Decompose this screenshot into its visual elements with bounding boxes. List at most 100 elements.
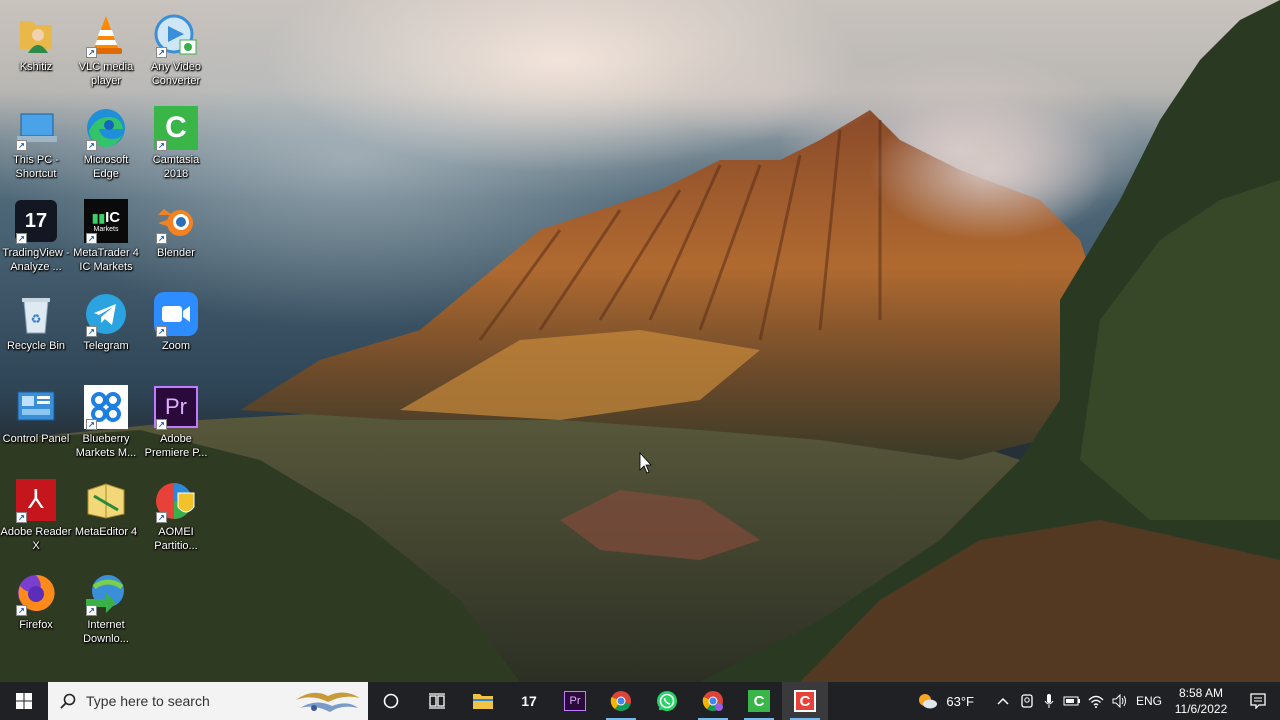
desktop-icon-blueberry[interactable]: ↗ Blueberry Markets M... <box>70 378 142 466</box>
clock-date: 11/6/2022 <box>1174 702 1228 716</box>
tradingview-icon: 17 ↗ <box>13 198 59 244</box>
icon-label: Kshitiz <box>19 61 53 73</box>
task-view-cortana-button[interactable] <box>368 682 414 720</box>
icon-label: Blueberry Markets M... <box>75 433 137 459</box>
desktop-icon-any-video-converter[interactable]: ↗ Any Video Converter <box>140 6 212 94</box>
desktop-icon-adobe-reader[interactable]: ⅄ ↗ Adobe Reader X <box>0 471 72 559</box>
desktop-icon-this-pc[interactable]: ↗ This PC - Shortcut <box>0 99 72 187</box>
microphone-icon <box>1044 694 1054 708</box>
taskbar-chrome[interactable] <box>598 682 644 720</box>
search-placeholder: Type here to search <box>86 693 210 709</box>
tray-language[interactable]: ENG <box>1132 682 1166 720</box>
taskbar-premiere[interactable]: Pr <box>552 682 598 720</box>
search-highlight-illustration-icon <box>296 692 360 712</box>
recycle-bin-icon: ♻ <box>13 291 59 337</box>
language-indicator: ENG <box>1135 694 1162 708</box>
icon-label: Telegram <box>83 340 129 352</box>
blender-icon: ↗ <box>153 198 199 244</box>
desktop-icon-edge[interactable]: ↗ Microsoft Edge <box>70 99 142 187</box>
task-view-button[interactable] <box>414 682 460 720</box>
task-view-icon <box>429 693 445 709</box>
blueberry-icon: ↗ <box>83 384 129 430</box>
desktop-icon-firefox[interactable]: ↗ Firefox <box>0 564 72 652</box>
zoom-icon: ↗ <box>153 291 199 337</box>
system-tray: 63°F ENG 8:58 AM 11/6/2022 <box>910 682 1280 720</box>
icon-label: AOMEI Partitio... <box>154 526 198 552</box>
icon-label: Camtasia 2018 <box>152 154 200 180</box>
desktop-icon-idm[interactable]: ↗ Internet Downlo... <box>70 564 142 652</box>
icon-label: TradingView - Analyze ... <box>2 247 70 273</box>
firefox-icon: ↗ <box>13 570 59 616</box>
whatsapp-icon <box>657 691 677 711</box>
weather-partly-sunny-icon <box>919 694 938 709</box>
desktop-icon-recycle-bin[interactable]: ♻ Recycle Bin <box>0 285 72 373</box>
icon-label: Firefox <box>19 619 53 631</box>
cortana-circle-icon <box>383 693 399 709</box>
vlc-cone-icon: ↗ <box>83 12 129 58</box>
camtasia-icon: C <box>748 690 770 712</box>
metaeditor-icon <box>83 477 129 523</box>
taskbar-search-box[interactable]: Type here to search <box>48 682 368 720</box>
tray-network[interactable] <box>1084 682 1108 720</box>
icon-label: Adobe Reader X <box>0 526 72 552</box>
windows-logo-icon <box>16 693 32 709</box>
tray-camera-app[interactable] <box>1016 682 1038 720</box>
tray-microphone[interactable] <box>1038 682 1060 720</box>
desktop-icon-aomei[interactable]: ↗ AOMEI Partitio... <box>140 471 212 559</box>
computer-icon: ↗ <box>13 105 59 151</box>
clock-time: 8:58 AM <box>1178 686 1224 700</box>
icon-label: VLC media player <box>78 61 134 87</box>
aomei-icon: ↗ <box>153 477 199 523</box>
desktop-icon-premiere[interactable]: Pr ↗ Adobe Premiere P... <box>140 378 212 466</box>
icon-label: Internet Downlo... <box>83 619 129 645</box>
acrobat-icon: ⅄ ↗ <box>13 477 59 523</box>
camera-icon <box>1021 694 1033 708</box>
idm-icon: ↗ <box>83 570 129 616</box>
start-button[interactable] <box>0 682 48 720</box>
taskbar-clock[interactable]: 8:58 AM 11/6/2022 <box>1166 685 1236 717</box>
desktop-icon-metaeditor[interactable]: MetaEditor 4 <box>70 471 142 559</box>
taskbar: Type here to search 17 Pr C C 63°F ENG 8… <box>0 682 1280 720</box>
weather-widget[interactable]: 63°F <box>910 682 980 720</box>
chevron-up-icon <box>997 697 1009 705</box>
metatrader-logo-sub: Markets <box>93 226 119 233</box>
desktop-icon-vlc[interactable]: ↗ VLC media player <box>70 6 142 94</box>
show-hidden-icons-button[interactable] <box>990 682 1016 720</box>
taskbar-whatsapp[interactable] <box>644 682 690 720</box>
icon-label: Zoom <box>161 340 191 352</box>
taskbar-tradingview[interactable]: 17 <box>506 682 552 720</box>
desktop-icon-metatrader[interactable]: ▮▮IC Markets ↗ MetaTrader 4 IC Markets <box>70 192 142 280</box>
icon-label: Control Panel <box>2 433 70 445</box>
weather-temp: 63°F <box>946 693 974 709</box>
desktop-icon-zoom[interactable]: ↗ Zoom <box>140 285 212 373</box>
tray-battery[interactable] <box>1060 682 1084 720</box>
desktop-icon-control-panel[interactable]: Control Panel <box>0 378 72 466</box>
video-converter-icon: ↗ <box>153 12 199 58</box>
icon-label: Any Video Converter <box>151 61 201 87</box>
taskbar-camtasia-recorder[interactable]: C <box>782 682 828 720</box>
icon-label: MetaTrader 4 IC Markets <box>73 247 139 273</box>
desktop-icon-telegram[interactable]: ↗ Telegram <box>70 285 142 373</box>
notification-icon <box>1250 693 1266 709</box>
taskbar-file-explorer[interactable] <box>460 682 506 720</box>
desktop-icon-tradingview[interactable]: 17 ↗ TradingView - Analyze ... <box>0 192 72 280</box>
premiere-icon: Pr <box>564 691 586 711</box>
battery-icon <box>1063 696 1080 706</box>
desktop-icon-kshitiz[interactable]: Kshitiz <box>0 6 72 94</box>
tray-volume[interactable] <box>1108 682 1132 720</box>
svg-text:♻: ♻ <box>31 312 42 326</box>
icon-label: Recycle Bin <box>6 340 66 352</box>
desktop-icon-blender[interactable]: ↗ Blender <box>140 192 212 280</box>
metatrader-icon: ▮▮IC Markets ↗ <box>83 198 129 244</box>
user-folder-icon <box>13 12 59 58</box>
taskbar-camtasia[interactable]: C <box>736 682 782 720</box>
chrome-icon <box>610 691 631 712</box>
telegram-icon: ↗ <box>83 291 129 337</box>
desktop: Kshitiz ↗ This PC - Shortcut 17 ↗ Tradin… <box>0 0 1280 682</box>
taskbar-chrome-profile[interactable] <box>690 682 736 720</box>
edge-icon: ↗ <box>83 105 129 151</box>
action-center-button[interactable] <box>1236 682 1280 720</box>
desktop-icon-camtasia[interactable]: C ↗ Camtasia 2018 <box>140 99 212 187</box>
speaker-icon <box>1112 694 1126 708</box>
chrome-icon <box>702 691 723 712</box>
